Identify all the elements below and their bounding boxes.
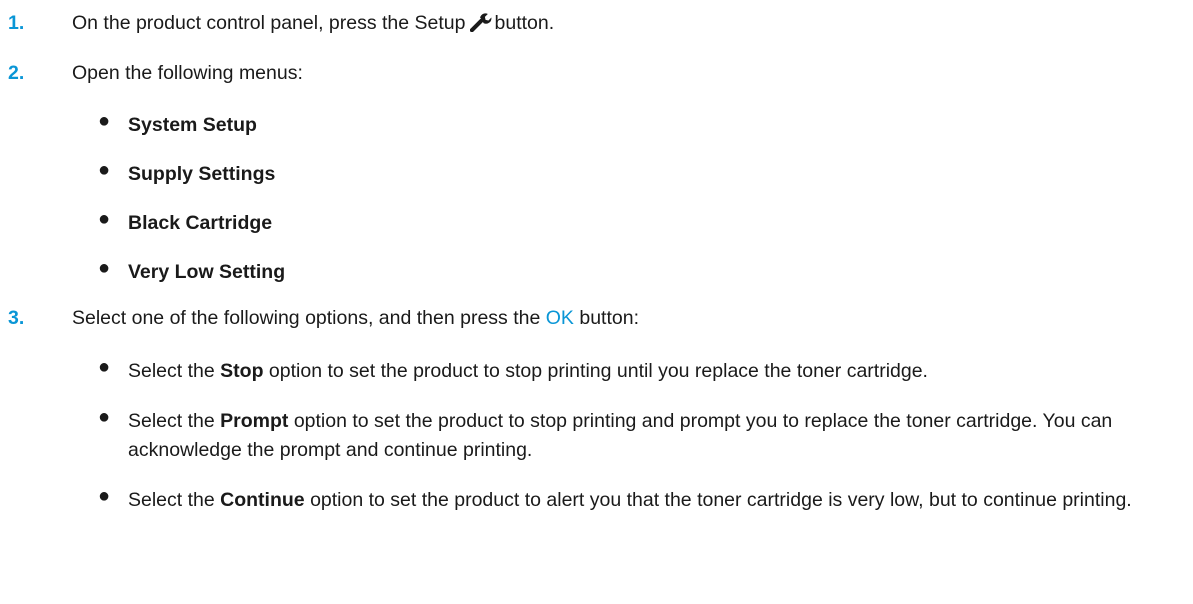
bullet: ● xyxy=(98,356,111,378)
menu-label: Very Low Setting xyxy=(128,261,286,283)
step-number: 2. xyxy=(8,62,25,84)
option-post: option to set the product to alert you t… xyxy=(310,489,1132,511)
bullet: ● xyxy=(98,159,111,181)
step-text: Select one of the following options, and… xyxy=(72,307,639,330)
step-text-before: On the product control panel, press the … xyxy=(72,12,466,34)
step-text-after: button: xyxy=(579,307,639,329)
option-pre: Select the xyxy=(128,410,215,432)
bullet: ● xyxy=(98,208,111,230)
bullet: ● xyxy=(98,257,111,279)
menu-label: System Setup xyxy=(128,114,257,136)
option-name: Prompt xyxy=(220,410,289,432)
wrench-icon xyxy=(469,13,491,32)
option-pre: Select the xyxy=(128,489,215,511)
bullet: ● xyxy=(98,110,111,132)
menu-label: Black Cartridge xyxy=(128,212,273,234)
option-name: Continue xyxy=(220,489,305,511)
step-text-after: button. xyxy=(494,12,555,34)
menu-label: Supply Settings xyxy=(128,163,276,185)
step-number: 1. xyxy=(8,12,25,34)
option-post: option to set the product to stop printi… xyxy=(268,360,928,382)
option-pre: Select the xyxy=(128,360,215,382)
ok-button-label: OK xyxy=(545,307,574,329)
bullet: ● xyxy=(98,485,111,507)
option-text: Select the Prompt option to set the prod… xyxy=(128,407,1168,465)
option-text: Select the Stop option to set the produc… xyxy=(128,357,1168,386)
step-text-before: Select one of the following options, and… xyxy=(72,307,541,329)
bullet: ● xyxy=(98,406,111,428)
step-number: 3. xyxy=(8,307,25,329)
step-text: Open the following menus: xyxy=(72,62,303,84)
option-text: Select the Continue option to set the pr… xyxy=(128,486,1168,515)
step-text: On the product control panel, press the … xyxy=(72,12,554,35)
option-name: Stop xyxy=(220,360,264,382)
